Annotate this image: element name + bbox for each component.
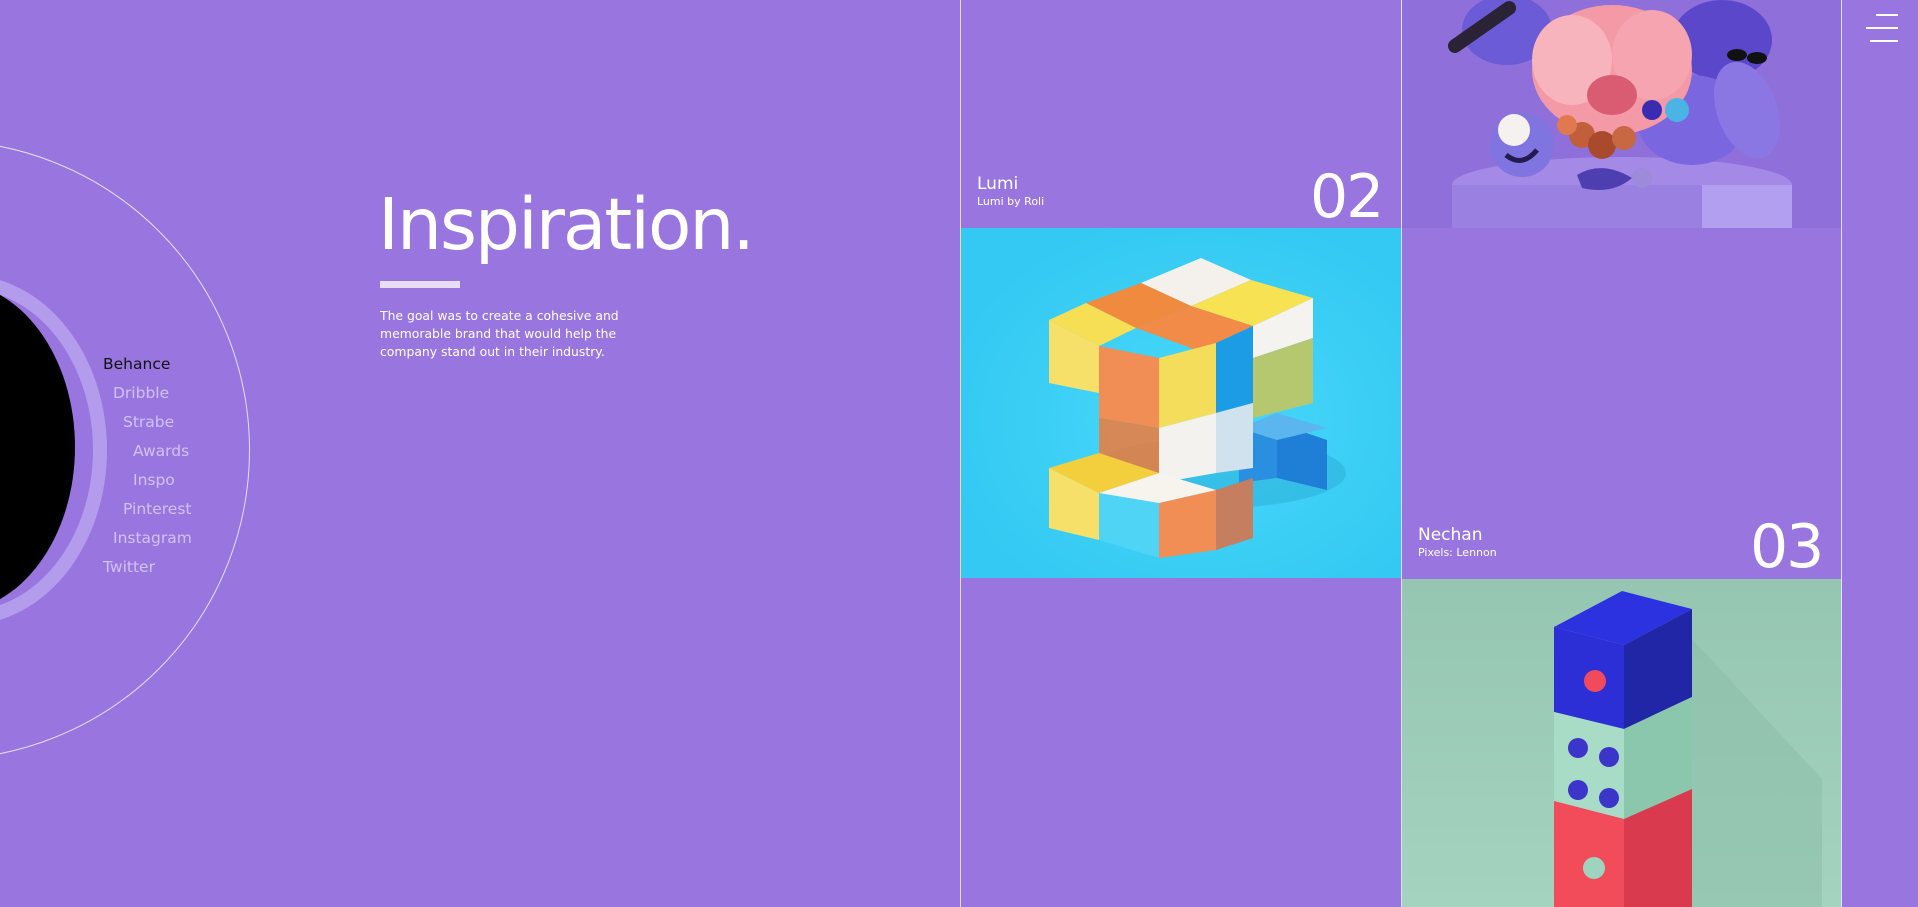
social-link-strabe[interactable]: Strabe xyxy=(123,413,174,431)
hamburger-line xyxy=(1866,27,1898,29)
social-link-behance[interactable]: Behance xyxy=(103,355,170,373)
social-link-dribble[interactable]: Dribble xyxy=(113,384,169,402)
heading-underline xyxy=(380,281,460,288)
social-link-inspo[interactable]: Inspo xyxy=(133,471,175,489)
social-link-twitter[interactable]: Twitter xyxy=(103,558,155,576)
grid-divider-3 xyxy=(1841,0,1842,907)
page-title: Inspiration. xyxy=(378,183,755,266)
project-number: 03 xyxy=(1750,512,1824,582)
social-link-instagram[interactable]: Instagram xyxy=(113,529,192,547)
project-subtitle: Lumi by Roli xyxy=(977,195,1045,208)
project-caption-nechan[interactable]: Nechan Pixels: Lennon xyxy=(1418,525,1497,561)
hamburger-line xyxy=(1876,14,1898,16)
intro-text: The goal was to create a cohesive and me… xyxy=(380,308,619,359)
cubes-illustration xyxy=(961,228,1401,578)
project-number: 02 xyxy=(1310,162,1384,232)
flower-illustration xyxy=(1402,0,1841,228)
project-image-cubes[interactable] xyxy=(961,228,1401,578)
project-title: Lumi xyxy=(977,174,1019,194)
project-image-flower[interactable] xyxy=(1402,0,1841,228)
social-link-pinterest[interactable]: Pinterest xyxy=(123,500,191,518)
project-caption-lumi[interactable]: Lumi Lumi by Roli xyxy=(977,174,1044,210)
social-link-awards[interactable]: Awards xyxy=(133,442,189,460)
dice-illustration xyxy=(1402,579,1841,907)
hamburger-menu-icon[interactable] xyxy=(1866,12,1898,44)
project-subtitle: Pixels: Lennon xyxy=(1418,546,1497,559)
project-image-dice[interactable] xyxy=(1402,579,1841,907)
page: Behance Dribble Strabe Awards Inspo Pint… xyxy=(0,0,1918,907)
project-title: Nechan xyxy=(1418,525,1483,545)
hamburger-line xyxy=(1870,40,1898,42)
